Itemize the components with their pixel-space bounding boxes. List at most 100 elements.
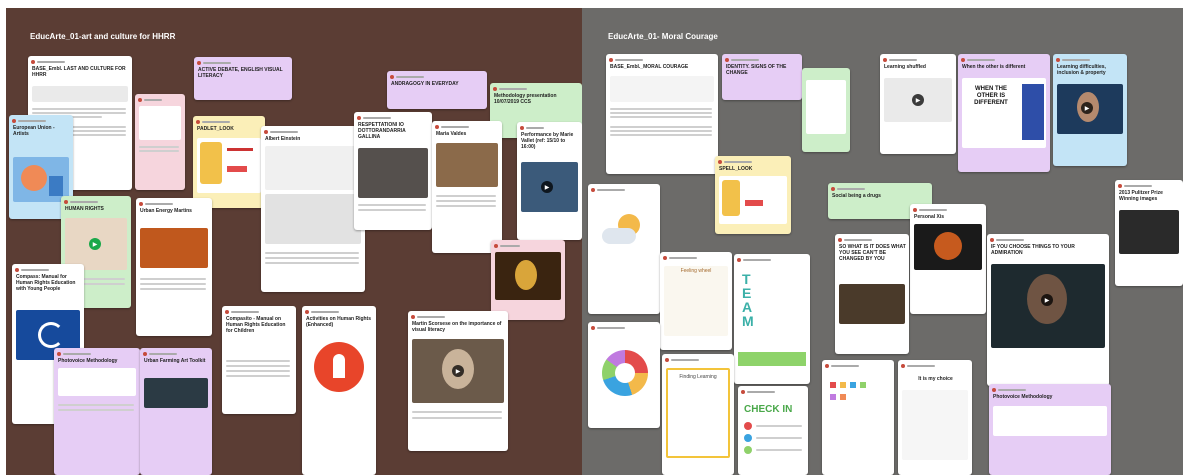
post-thumbnail bbox=[32, 86, 128, 102]
post-card[interactable]: Photovoice Methodology bbox=[989, 384, 1111, 475]
post-thumbnail bbox=[58, 368, 136, 396]
avatar bbox=[741, 389, 745, 394]
post-thumbnail bbox=[265, 194, 361, 244]
post-card[interactable] bbox=[491, 240, 565, 320]
post-card[interactable]: It is my choice bbox=[898, 360, 972, 475]
post-card[interactable]: Compasito - Manual on Human Rights Educa… bbox=[222, 306, 296, 414]
post-card[interactable]: Martin Scorsese on the importance of vis… bbox=[408, 311, 508, 451]
post-card[interactable]: Urban Energy Martins bbox=[136, 198, 212, 336]
post-card[interactable]: When the other is different WHEN THE OTH… bbox=[958, 54, 1050, 172]
video-thumbnail[interactable]: ▶ bbox=[991, 264, 1105, 348]
post-title: Activities on Human Rights (Enhanced) bbox=[306, 316, 372, 328]
post-title: Compass: Manual for Human Rights Educati… bbox=[16, 274, 76, 292]
post-image-text: WHEN THE OTHER IS DIFFERENT bbox=[974, 86, 1008, 106]
post-card[interactable]: Feeling wheel bbox=[660, 252, 732, 350]
post-title: Learning difficulties, inclusion & prope… bbox=[1057, 64, 1106, 76]
post-card[interactable] bbox=[822, 360, 894, 475]
play-icon[interactable]: ▶ bbox=[1081, 102, 1093, 114]
post-card[interactable]: SO WHAT IS IT DOES WHAT YOU SEE CAN'T BE… bbox=[835, 234, 909, 354]
post-card[interactable]: Urban Farming Art Toolkit bbox=[140, 348, 212, 475]
post-thumbnail: TEAM bbox=[738, 266, 806, 366]
post-card[interactable] bbox=[802, 68, 850, 152]
avatar bbox=[31, 59, 35, 64]
post-title: Performance by Marie Vallet (ref: 15/10 … bbox=[521, 132, 574, 150]
video-thumbnail[interactable]: ▶ bbox=[412, 339, 504, 403]
video-thumbnail[interactable]: ▶ bbox=[884, 78, 952, 122]
post-title: Learning shuffled bbox=[884, 64, 926, 70]
video-thumbnail[interactable]: ▶ bbox=[521, 162, 578, 212]
avatar bbox=[305, 309, 309, 314]
avatar bbox=[64, 199, 68, 204]
post-title: Maria Valdes bbox=[436, 131, 467, 137]
post-title: Photovoice Methodology bbox=[993, 394, 1053, 400]
post-card[interactable]: ACTIVE DEBATE, ENGLISH VISUAL LITERACY bbox=[194, 57, 292, 100]
post-card[interactable] bbox=[588, 322, 660, 428]
avatar bbox=[494, 243, 498, 248]
avatar bbox=[143, 351, 147, 356]
video-thumbnail[interactable]: ▶ bbox=[1057, 84, 1123, 134]
play-icon[interactable]: ▶ bbox=[1041, 294, 1053, 306]
post-title: 2013 Pulitzer Prize Winning images bbox=[1119, 190, 1163, 202]
play-icon[interactable]: ▶ bbox=[452, 365, 464, 377]
avatar bbox=[435, 124, 439, 129]
post-card[interactable]: Maria Valdes bbox=[432, 121, 502, 253]
post-thumbnail bbox=[610, 76, 714, 102]
avatar bbox=[901, 363, 905, 368]
play-icon[interactable]: ▶ bbox=[912, 94, 924, 106]
post-thumbnail bbox=[144, 378, 208, 408]
avatar bbox=[197, 60, 201, 65]
avatar bbox=[264, 129, 268, 134]
panel-title: EducArte_01- Moral Courage bbox=[608, 32, 718, 41]
avatar bbox=[838, 237, 842, 242]
post-thumbnail bbox=[139, 106, 181, 140]
post-title: SO WHAT IS IT DOES WHAT YOU SEE CAN'T BE… bbox=[839, 244, 906, 262]
play-icon[interactable]: ▶ bbox=[541, 181, 553, 193]
post-thumbnail bbox=[140, 228, 208, 268]
post-card[interactable]: IF YOU CHOOSE THINGS TO YOUR ADMIRATION … bbox=[987, 234, 1109, 386]
post-card[interactable]: IDENTITY. SIGNS OF THE CHANGE bbox=[722, 54, 802, 100]
post-card[interactable]: Learning difficulties, inclusion & prope… bbox=[1053, 54, 1127, 166]
post-title: BASE_Embl. LAST AND CULTURE FOR HHRR bbox=[32, 66, 126, 78]
post-card[interactable]: TEAM bbox=[734, 254, 810, 384]
avatar bbox=[990, 237, 994, 242]
post-title: IF YOU CHOOSE THINGS TO YOUR ADMIRATION bbox=[991, 244, 1075, 256]
post-title: Urban Energy Martins bbox=[140, 208, 192, 214]
post-card[interactable]: BASE_Embl._MORAL COURAGE bbox=[606, 54, 718, 174]
post-thumbnail bbox=[993, 406, 1107, 436]
board-panel-moral-courage: EducArte_01- Moral Courage BASE_Embl._MO… bbox=[582, 8, 1183, 475]
post-card[interactable]: 2013 Pulitzer Prize Winning images bbox=[1115, 180, 1183, 286]
avatar bbox=[493, 86, 497, 91]
post-title: SPELL_LOOK bbox=[719, 166, 753, 172]
post-title: ANDRAGOGY IN EVERYDAY bbox=[391, 81, 459, 87]
post-card[interactable]: Activities on Human Rights (Enhanced) bbox=[302, 306, 376, 475]
post-card[interactable]: Learning shuffled ▶ bbox=[880, 54, 956, 154]
post-title: ACTIVE DEBATE, ENGLISH VISUAL LITERACY bbox=[198, 67, 283, 79]
avatar bbox=[57, 351, 61, 356]
post-card[interactable]: Albert Einstein bbox=[261, 126, 365, 292]
post-card[interactable]: Performance by Marie Vallet (ref: 15/10 … bbox=[517, 122, 582, 240]
post-card[interactable]: RESPETTATIONI IO DOTTORANDARRIA GALLINA bbox=[354, 112, 432, 230]
post-card[interactable] bbox=[135, 94, 185, 190]
post-card[interactable]: SPELL_LOOK bbox=[715, 156, 791, 234]
post-thumbnail bbox=[436, 143, 498, 187]
avatar bbox=[225, 309, 229, 314]
board-panel-art-culture: EducArte_01-art and culture for HHRR BAS… bbox=[6, 8, 582, 475]
post-card[interactable]: PADLET_LOOK bbox=[193, 116, 265, 208]
post-thumbnail bbox=[1119, 210, 1179, 254]
avatar bbox=[196, 119, 200, 124]
post-card[interactable]: Finding Learning bbox=[662, 354, 734, 475]
avatar bbox=[12, 118, 16, 123]
post-header bbox=[31, 59, 129, 64]
post-card[interactable]: Photovoice Methodology bbox=[54, 348, 140, 475]
post-thumbnail bbox=[839, 284, 905, 324]
video-thumbnail[interactable]: ▶ bbox=[65, 218, 127, 270]
post-card[interactable]: ANDRAGOGY IN EVERYDAY bbox=[387, 71, 487, 109]
post-card[interactable]: CHECK IN bbox=[738, 386, 808, 475]
post-card[interactable] bbox=[588, 184, 660, 314]
post-card[interactable]: Personal Xis bbox=[910, 204, 986, 314]
avatar bbox=[725, 57, 729, 62]
avatar bbox=[718, 159, 722, 164]
post-thumbnail: WHEN THE OTHER IS DIFFERENT bbox=[962, 78, 1046, 148]
play-icon[interactable]: ▶ bbox=[89, 238, 101, 250]
avatar bbox=[609, 57, 613, 62]
